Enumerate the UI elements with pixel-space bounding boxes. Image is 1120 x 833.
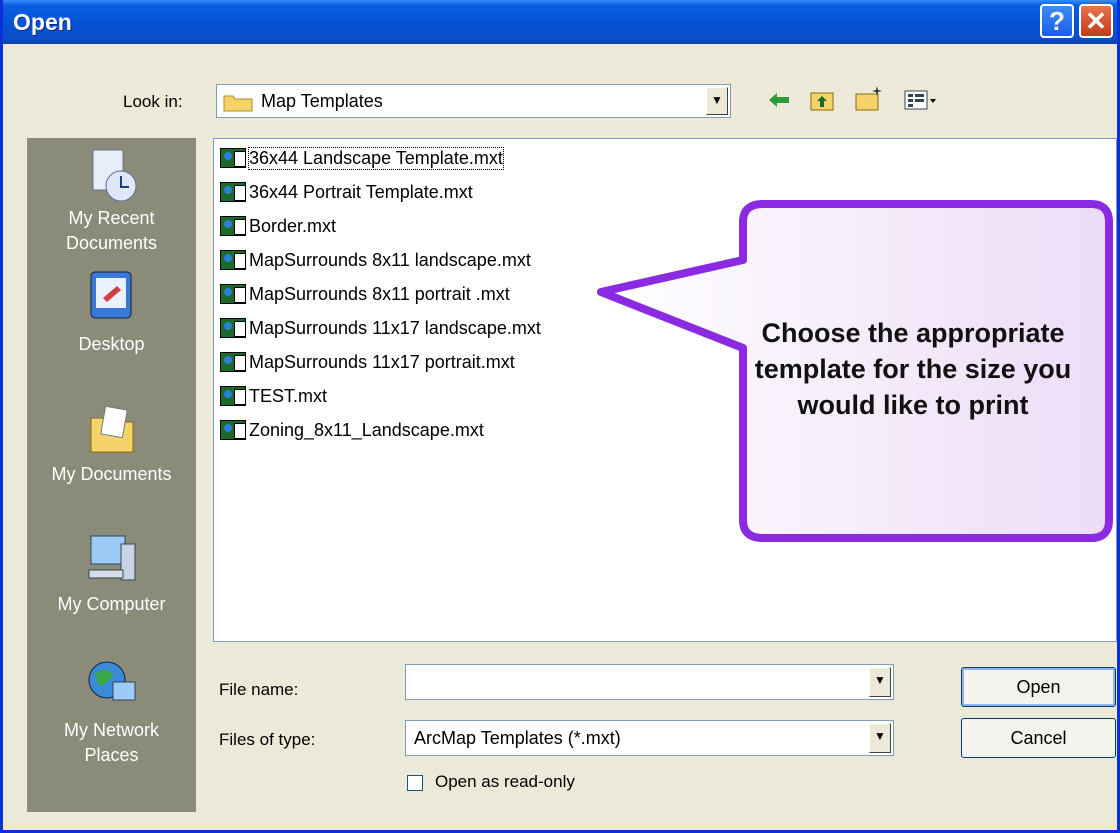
network-places-icon	[88, 661, 135, 701]
place-label: My Documents	[51, 464, 172, 484]
place-label: Documents	[65, 233, 158, 253]
file-item[interactable]: TEST.mxt	[220, 381, 327, 411]
place-label: My Computer	[57, 594, 166, 614]
up-folder-icon[interactable]	[809, 88, 835, 112]
files-of-type-label: Files of type:	[219, 730, 316, 749]
look-in-label: Look in:	[123, 92, 183, 111]
recent-documents-icon	[92, 149, 136, 202]
back-icon[interactable]	[767, 90, 791, 110]
file-name-combobox[interactable]: ▼	[405, 664, 894, 700]
files-of-type-dropdown-button[interactable]: ▼	[869, 723, 891, 753]
file-item[interactable]: 36x44 Portrait Template.mxt	[220, 177, 473, 207]
view-menu-icon[interactable]	[904, 88, 938, 112]
files-of-type-value: ArcMap Templates (*.mxt)	[414, 728, 621, 748]
my-computer-icon	[88, 535, 135, 581]
file-item[interactable]: MapSurrounds 8x11 portrait .mxt	[220, 279, 510, 309]
title-bar[interactable]: Open ? ✕	[3, 0, 1117, 44]
place-my-network-places[interactable]: My Network Places	[27, 656, 196, 768]
mxt-file-icon	[220, 318, 246, 338]
open-button[interactable]: Open	[961, 667, 1116, 707]
place-label: Desktop	[78, 334, 145, 354]
place-my-computer[interactable]: My Computer	[27, 530, 196, 617]
read-only-checkbox[interactable]	[407, 775, 423, 791]
file-item[interactable]: Border.mxt	[220, 211, 336, 241]
place-my-documents[interactable]: My Documents	[27, 400, 196, 487]
file-item[interactable]: Zoning_8x11_Landscape.mxt	[220, 415, 484, 445]
mxt-file-icon	[220, 352, 246, 372]
mxt-file-icon	[220, 386, 246, 406]
place-desktop[interactable]: Desktop	[27, 268, 196, 357]
dialog-title: Open	[13, 9, 72, 35]
look-in-dropdown-button[interactable]: ▼	[706, 87, 728, 115]
file-item[interactable]: MapSurrounds 8x11 landscape.mxt	[220, 245, 531, 275]
file-item[interactable]: 36x44 Landscape Template.mxt	[220, 143, 504, 173]
look-in-value: Map Templates	[261, 91, 383, 111]
new-folder-icon[interactable]	[854, 84, 884, 112]
places-bar: My Recent Documents Desktop My Documents…	[27, 138, 196, 812]
place-label: Places	[84, 745, 139, 765]
callout-text: Choose the appropriate template for the …	[754, 318, 1072, 420]
mxt-file-icon	[220, 182, 246, 202]
read-only-label: Open as read-only	[435, 772, 575, 791]
file-name-label: File name:	[219, 680, 299, 699]
mxt-file-icon	[220, 250, 246, 270]
cancel-button[interactable]: Cancel	[961, 718, 1116, 758]
open-dialog: Open ? ✕ Look in: Map Templates ▼ My Rec…	[0, 0, 1120, 833]
my-documents-icon	[90, 405, 133, 453]
mxt-file-icon	[220, 284, 246, 304]
mxt-file-icon	[220, 148, 246, 168]
file-item[interactable]: MapSurrounds 11x17 portrait.mxt	[220, 347, 515, 377]
look-in-combobox[interactable]: Map Templates ▼	[216, 84, 731, 118]
file-item[interactable]: MapSurrounds 11x17 landscape.mxt	[220, 313, 541, 343]
mxt-file-icon	[220, 216, 246, 236]
place-label: My Recent	[68, 208, 155, 228]
place-my-recent-documents[interactable]: My Recent Documents	[27, 138, 196, 256]
desktop-icon	[90, 271, 131, 319]
files-of-type-combobox[interactable]: ArcMap Templates (*.mxt) ▼	[405, 720, 894, 756]
close-button[interactable]: ✕	[1079, 4, 1113, 38]
mxt-file-icon	[220, 420, 246, 440]
folder-icon	[223, 95, 253, 112]
file-name-dropdown-button[interactable]: ▼	[869, 667, 891, 697]
place-label: My Network	[63, 720, 159, 740]
help-button[interactable]: ?	[1040, 4, 1074, 38]
